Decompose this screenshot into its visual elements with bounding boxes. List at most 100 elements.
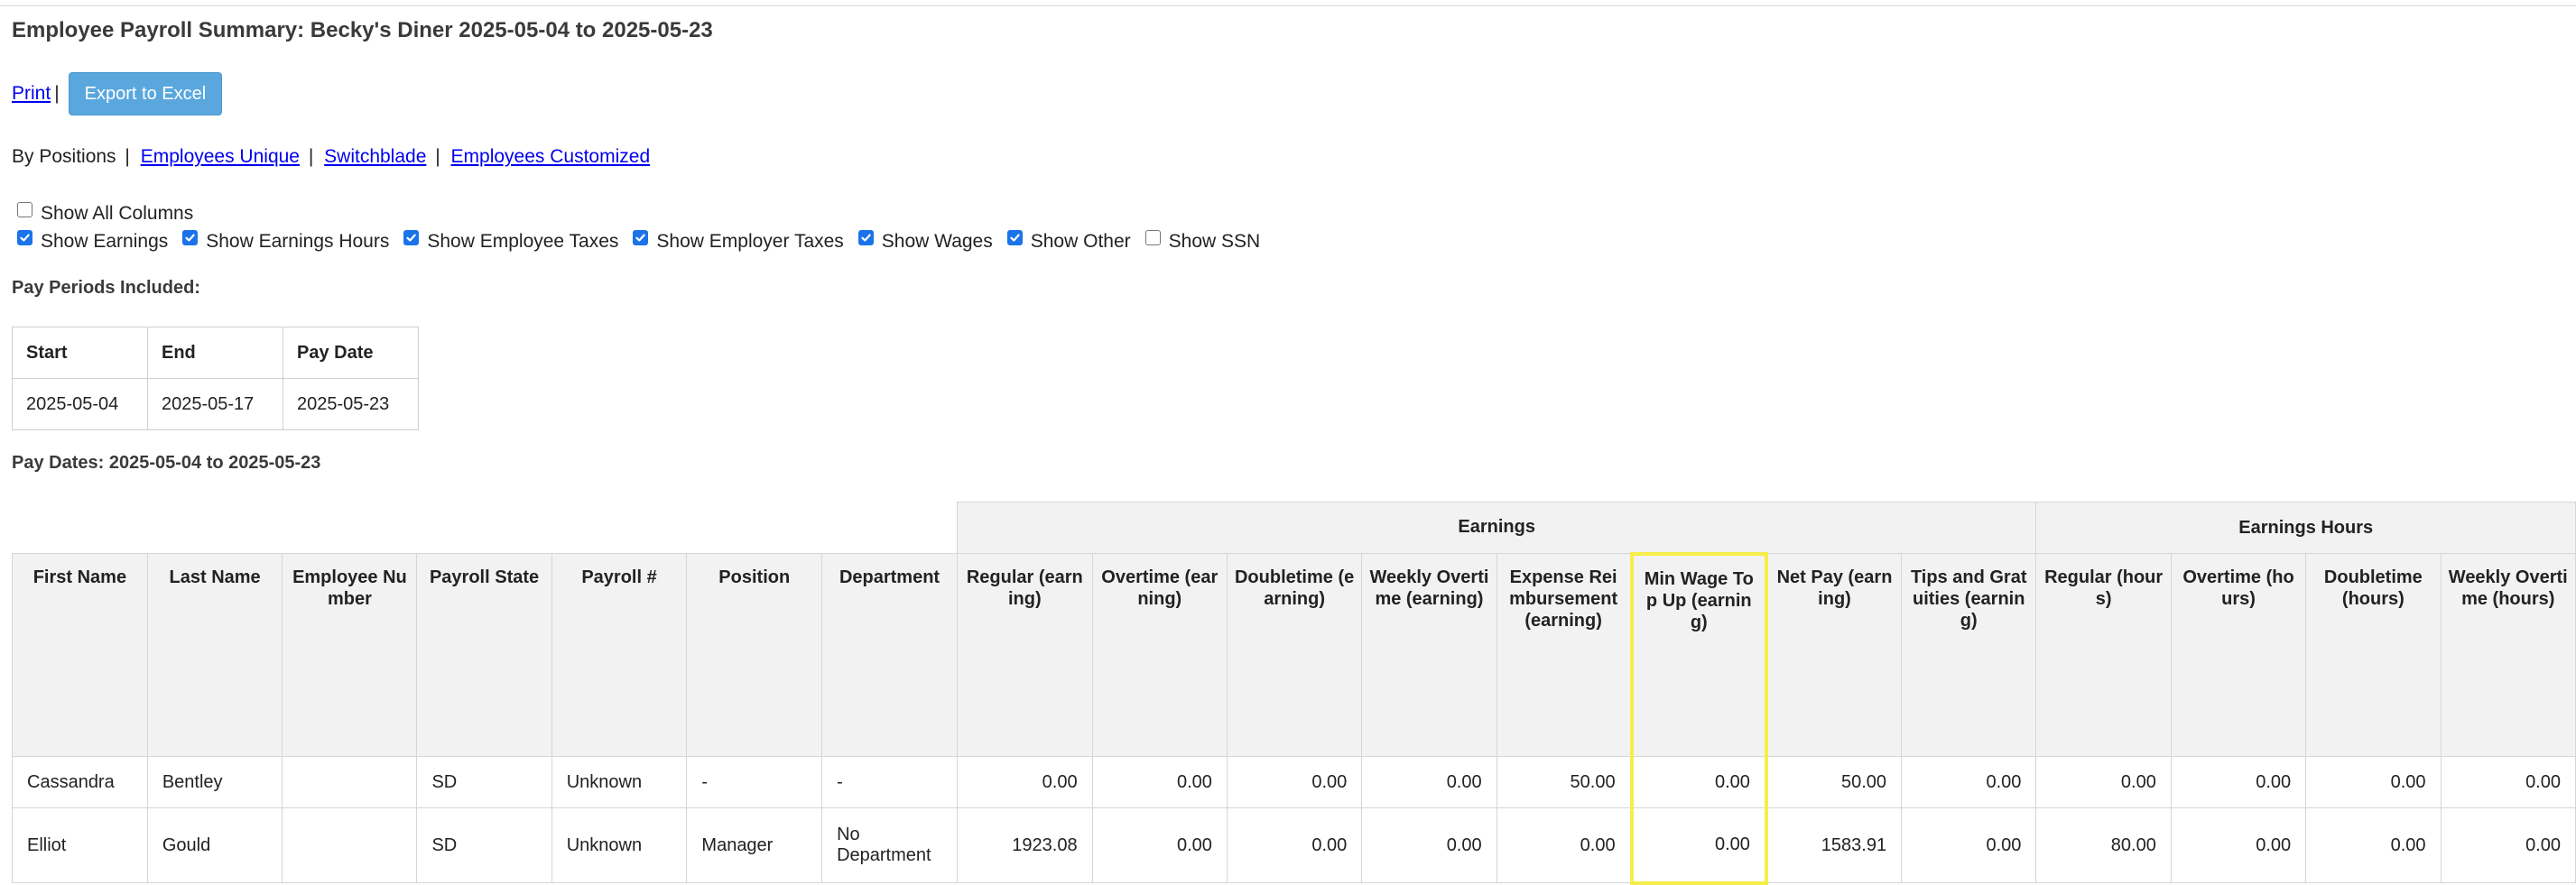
column-header-net-pay[interactable]: Net Pay (earning) — [1765, 553, 1903, 757]
period-end-cell: 2025-05-17 — [147, 378, 283, 430]
cell-min-wage-top-up: 0.00 — [1629, 807, 1768, 885]
checkbox-unchecked[interactable] — [1144, 230, 1161, 245]
column-header-weekly-overtime[interactable]: Weekly Overtime (hours) — [2440, 553, 2576, 757]
cell-weekly-overtime: 0.00 — [1361, 807, 1497, 883]
cell-doubletime: 0.00 — [2305, 756, 2442, 808]
toggle-show-ssn[interactable]: Show SSN — [1140, 230, 1260, 253]
cell-tips-and-gratuities: 0.00 — [1901, 807, 2037, 883]
earnings-group-header: Earnings — [956, 502, 2037, 554]
checkmark-icon — [185, 234, 195, 242]
group-spacer — [12, 502, 958, 554]
checkbox-checked[interactable] — [17, 230, 32, 245]
print-link[interactable]: Print — [12, 83, 51, 105]
cell-overtime: 0.00 — [1091, 756, 1228, 808]
separator: | — [125, 146, 130, 167]
cell-weekly-overtime: 0.00 — [1361, 756, 1497, 808]
column-header-tips-and-gratuities[interactable]: Tips and Gratuities (earning) — [1901, 553, 2037, 757]
table-header-row: First Name Last Name Employee Number Payrol… — [12, 551, 2576, 757]
checkmark-icon — [635, 234, 646, 242]
column-header-payroll-state[interactable]: Payroll State — [416, 553, 552, 757]
period-start-cell: 2025-05-04 — [12, 378, 148, 430]
cell-weekly-overtime: 0.00 — [2440, 807, 2576, 883]
cell-doubletime: 0.00 — [1226, 807, 1363, 883]
cell-employee-number — [282, 756, 418, 808]
cell-overtime: 0.00 — [2170, 807, 2307, 883]
checkmark-icon — [406, 234, 417, 242]
cell-weekly-overtime: 0.00 — [2440, 756, 2576, 808]
column-header-payroll[interactable]: Payroll # — [551, 553, 688, 757]
cell-regular: 0.00 — [2035, 756, 2172, 808]
toggle-show-employee-taxes[interactable]: Show Employee Taxes — [398, 230, 618, 253]
toggle-show-employer-taxes[interactable]: Show Employer Taxes — [627, 230, 844, 253]
cell-min-wage-top-up: 0.00 — [1629, 756, 1768, 808]
view-switcher: By Positions | Employees Unique | Switch… — [12, 146, 650, 168]
top-divider — [0, 5, 2576, 6]
cell-last-name: Gould — [146, 807, 283, 883]
pay-date-cell: 2025-05-23 — [283, 378, 419, 430]
checkmark-icon — [1010, 234, 1020, 242]
toggle-show-wages[interactable]: Show Wages — [853, 230, 993, 253]
cell-department: No Department — [821, 807, 958, 883]
toggle-label: Show Wages — [881, 230, 993, 252]
checkbox-checked[interactable] — [857, 230, 874, 245]
column-header-doubletime[interactable]: Doubletime (earning) — [1226, 553, 1363, 757]
cell-first-name: Cassandra — [12, 756, 148, 808]
cell-tips-and-gratuities: 0.00 — [1901, 756, 2037, 808]
column-header-expense-reimbursement[interactable]: Expense Reimbursement (earning) — [1496, 553, 1633, 757]
cell-expense-reimbursement: 50.00 — [1496, 756, 1633, 808]
earnings-hours-group-header: Earnings Hours — [2035, 502, 2576, 554]
column-header-doubletime[interactable]: Doubletime (hours) — [2305, 553, 2442, 757]
view-link-switchblade[interactable]: Switchblade — [324, 146, 426, 167]
toggle-show-earnings-hours[interactable]: Show Earnings Hours — [177, 230, 390, 253]
table-row: 2025-05-04 2025-05-17 2025-05-23 — [12, 378, 419, 430]
column-header: Pay Date — [283, 327, 419, 379]
cell-regular: 80.00 — [2035, 807, 2172, 883]
column-header: Start — [12, 327, 148, 379]
toggle-label: Show Employer Taxes — [656, 230, 844, 252]
separator: | — [435, 146, 440, 167]
checkbox-checked[interactable] — [182, 230, 199, 245]
checkbox-checked[interactable] — [403, 230, 420, 245]
current-view-label: By Positions — [12, 146, 116, 167]
column-header-employee-number[interactable]: Employee Number — [282, 553, 418, 757]
toggle-show-all-columns[interactable]: Show All Columns — [12, 202, 194, 225]
separator: | — [54, 83, 60, 104]
column-header-last-name[interactable]: Last Name — [146, 553, 283, 757]
toggle-row: Show All Columns — [12, 199, 1269, 227]
toggle-label: Show All Columns — [41, 202, 194, 224]
payroll-body: Cassandra Bentley SD Unknown - -0.00 0.00 0.00 0… — [12, 756, 2576, 885]
cell-employee-number — [282, 807, 418, 883]
table-row[interactable]: Cassandra Bentley SD Unknown - -0.00 0.00 0.00 0… — [12, 756, 2576, 808]
view-link-employees-customized[interactable]: Employees Customized — [451, 146, 651, 167]
column-header-department[interactable]: Department — [821, 553, 958, 757]
cell-regular: 1923.08 — [956, 807, 1093, 883]
toggle-show-other[interactable]: Show Other — [1002, 230, 1131, 253]
view-link-employees-unique[interactable]: Employees Unique — [141, 146, 300, 167]
toggle-show-earnings[interactable]: Show Earnings — [12, 230, 168, 253]
action-bar: Print | Export to Excel — [12, 72, 223, 115]
cell-payroll-state: SD — [416, 807, 552, 883]
checkbox-checked[interactable] — [633, 230, 649, 245]
column-header-first-name[interactable]: First Name — [12, 553, 148, 757]
toggle-label: Show Earnings Hours — [206, 230, 390, 252]
column-header-overtime[interactable]: Overtime (earning) — [1091, 553, 1228, 757]
export-to-excel-button[interactable]: Export to Excel — [68, 72, 223, 115]
column-header-min-wage-top-up[interactable]: Min Wage Top Up (earning) — [1629, 551, 1768, 757]
cell-expense-reimbursement: 0.00 — [1496, 807, 1633, 883]
column-header-position[interactable]: Position — [686, 553, 823, 757]
cell-overtime: 0.00 — [1091, 807, 1228, 883]
cell-payroll-state: SD — [416, 756, 552, 808]
checkbox-unchecked[interactable] — [17, 202, 32, 217]
column-header-regular[interactable]: Regular (earning) — [956, 553, 1093, 757]
table-header-row: Start End Pay Date — [12, 327, 419, 379]
column-header-regular[interactable]: Regular (hours) — [2035, 553, 2172, 757]
cell-payroll: Unknown — [551, 756, 688, 808]
cell-doubletime: 0.00 — [1226, 756, 1363, 808]
payroll-summary-table: Earnings Earnings Hours First Name Last N… — [12, 502, 2576, 885]
cell-department: - — [821, 756, 958, 808]
column-header-weekly-overtime[interactable]: Weekly Overtime (earning) — [1361, 553, 1497, 757]
cell-net-pay: 1583.91 — [1765, 807, 1903, 883]
checkbox-checked[interactable] — [1006, 230, 1023, 245]
column-header-overtime[interactable]: Overtime (hours) — [2170, 553, 2307, 757]
table-row[interactable]: Elliot Gould SD Unknown Manager No Department… — [12, 807, 2576, 885]
